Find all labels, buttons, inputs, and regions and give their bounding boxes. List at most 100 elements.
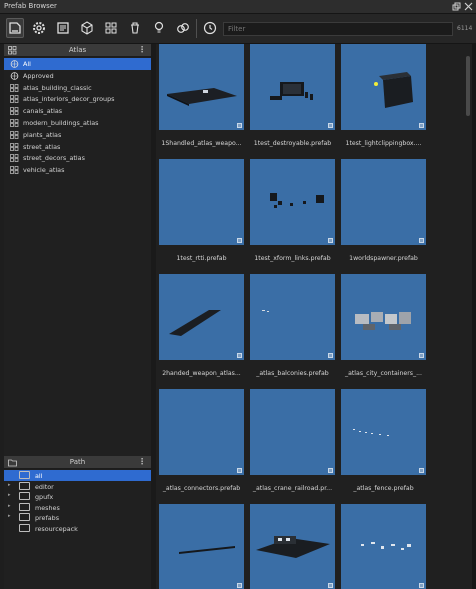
prefab-badge-icon <box>237 123 242 128</box>
prefab-card[interactable]: 1test_destroyable.prefab <box>250 44 335 147</box>
filter-input[interactable] <box>223 22 453 36</box>
prefab-badge-icon <box>328 123 333 128</box>
panel-menu-icon[interactable]: ⋮ <box>138 45 146 54</box>
prefab-thumbnail[interactable] <box>159 159 244 245</box>
path-list-item[interactable]: ▸ meshes <box>4 502 151 513</box>
prefab-card[interactable]: _atlas_balconies.prefab <box>250 274 335 377</box>
path-list-item[interactable]: ▸ editor <box>4 481 151 492</box>
atlas-item-label: street_decors_atlas <box>23 154 85 163</box>
window-edge <box>472 44 476 589</box>
prefab-thumbnail[interactable] <box>250 389 335 475</box>
grid-scrollbar[interactable] <box>464 44 472 589</box>
atlas-item-label: canals_atlas <box>23 107 63 116</box>
history-icon[interactable] <box>201 18 219 38</box>
grid-icon <box>10 130 19 139</box>
prefab-thumbnail[interactable] <box>250 274 335 360</box>
prefab-card[interactable] <box>341 504 426 589</box>
atlas-list-item[interactable]: atlas_building_classic <box>4 82 151 94</box>
prefab-thumbnail[interactable] <box>159 274 244 360</box>
toolbar: 6114 <box>0 14 476 44</box>
prefab-grid: 1Shandled_atlas_weapo... 1test_destroyabl… <box>156 44 472 589</box>
prefab-name: _atlas_balconies.prefab <box>256 370 329 377</box>
grid-icon[interactable] <box>102 18 120 38</box>
atlas-list-item[interactable]: modern_buildings_atlas <box>4 117 151 129</box>
prefab-name: _atlas_crane_railroad.pr... <box>252 485 333 492</box>
prefab-badge-icon <box>328 583 333 588</box>
path-panel-title: Path <box>69 458 86 466</box>
atlas-list-item[interactable]: Approved <box>4 70 151 82</box>
prefab-card[interactable] <box>159 504 244 589</box>
prefab-thumbnail[interactable] <box>250 159 335 245</box>
path-item-label: editor <box>35 482 54 491</box>
prefab-thumbnail[interactable] <box>250 504 335 589</box>
prefab-thumbnail[interactable] <box>159 389 244 475</box>
prefab-name: 1test_lightclippingbox.... <box>345 140 422 147</box>
prefab-thumbnail[interactable] <box>159 44 244 130</box>
prefab-thumbnail[interactable] <box>341 274 426 360</box>
path-item-label: gpufx <box>35 493 54 501</box>
prefab-card[interactable]: _atlas_city_containers_... <box>341 274 426 377</box>
prefab-name: _atlas_fence.prefab <box>353 485 414 492</box>
expand-arrow-icon[interactable]: ▸ <box>8 492 11 498</box>
globe-icon <box>10 60 19 68</box>
atlas-item-label: street_atlas <box>23 142 61 151</box>
atlas-list-item[interactable]: plants_atlas <box>4 129 151 141</box>
grid-icon <box>10 107 19 116</box>
restore-icon[interactable] <box>452 2 461 11</box>
prefab-card[interactable]: _atlas_connectors.prefab <box>159 389 244 492</box>
panel-menu-icon[interactable]: ⋮ <box>138 457 146 466</box>
expand-arrow-icon[interactable]: ▸ <box>8 503 11 509</box>
prefab-card[interactable]: 2handed_weapon_atlas... <box>159 274 244 377</box>
toolbar-divider <box>196 19 197 38</box>
folder-icon <box>19 502 30 511</box>
prefab-icon[interactable] <box>6 18 24 38</box>
prefab-card[interactable]: _atlas_fence.prefab <box>341 389 426 492</box>
atlas-list-item[interactable]: All <box>4 58 151 70</box>
prefab-thumbnail[interactable] <box>341 159 426 245</box>
expand-arrow-icon[interactable]: ▸ <box>8 513 11 519</box>
atlas-list-item[interactable]: canals_atlas <box>4 105 151 117</box>
prefab-card[interactable]: 1worldspawner.prefab <box>341 159 426 262</box>
prefab-thumbnail[interactable] <box>341 44 426 130</box>
prefab-card[interactable]: _atlas_crane_railroad.pr... <box>250 389 335 492</box>
atlas-list-item[interactable]: street_atlas <box>4 141 151 153</box>
prefab-card[interactable] <box>250 504 335 589</box>
prefab-card[interactable]: 1Shandled_atlas_weapo... <box>159 44 244 147</box>
gear-icon[interactable] <box>30 18 48 38</box>
grid-icon <box>10 83 19 92</box>
path-item-label: all <box>35 472 43 480</box>
link-icon[interactable] <box>174 18 192 38</box>
atlas-item-label: Approved <box>23 71 54 80</box>
scrollbar-thumb[interactable] <box>466 56 470 116</box>
document-icon[interactable] <box>54 18 72 38</box>
prefab-badge-icon <box>328 353 333 358</box>
prefab-card[interactable]: 1test_rtti.prefab <box>159 159 244 262</box>
path-list-item[interactable]: all <box>4 470 151 481</box>
atlas-list-item[interactable]: street_decors_atlas <box>4 152 151 164</box>
atlas-list-item[interactable]: vehicle_atlas <box>4 164 151 176</box>
folder-icon <box>19 523 30 532</box>
atlas-item-label: atlas_interiors_decor_groups <box>23 95 115 104</box>
prefab-badge-icon <box>419 468 424 473</box>
trash-icon[interactable] <box>126 18 144 38</box>
prefab-badge-icon <box>419 123 424 128</box>
prefab-thumbnail[interactable] <box>341 504 426 589</box>
expand-arrow-icon[interactable]: ▸ <box>8 482 11 488</box>
close-icon[interactable] <box>464 2 473 11</box>
path-list-item[interactable]: ▸ prefabs <box>4 512 151 523</box>
path-list-item[interactable]: resourcepack <box>4 523 151 534</box>
atlas-list-item[interactable]: atlas_interiors_decor_groups <box>4 93 151 105</box>
prefab-card[interactable]: 1test_xform_links.prefab <box>250 159 335 262</box>
prefab-thumbnail[interactable] <box>159 504 244 589</box>
grid-icon <box>10 154 19 163</box>
prefab-thumbnail[interactable] <box>250 44 335 130</box>
path-item-label: resourcepack <box>35 524 78 533</box>
prefab-card[interactable]: 1test_lightclippingbox.... <box>341 44 426 147</box>
prefab-badge-icon <box>237 353 242 358</box>
atlas-list: All Approved atlas_building_classic atlas_i… <box>4 58 151 456</box>
cube-icon[interactable] <box>78 18 96 38</box>
prefab-name: _atlas_connectors.prefab <box>162 485 241 492</box>
prefab-thumbnail[interactable] <box>341 389 426 475</box>
light-bulb-icon[interactable] <box>150 18 168 38</box>
path-list-item[interactable]: ▸ gpufx <box>4 491 151 502</box>
